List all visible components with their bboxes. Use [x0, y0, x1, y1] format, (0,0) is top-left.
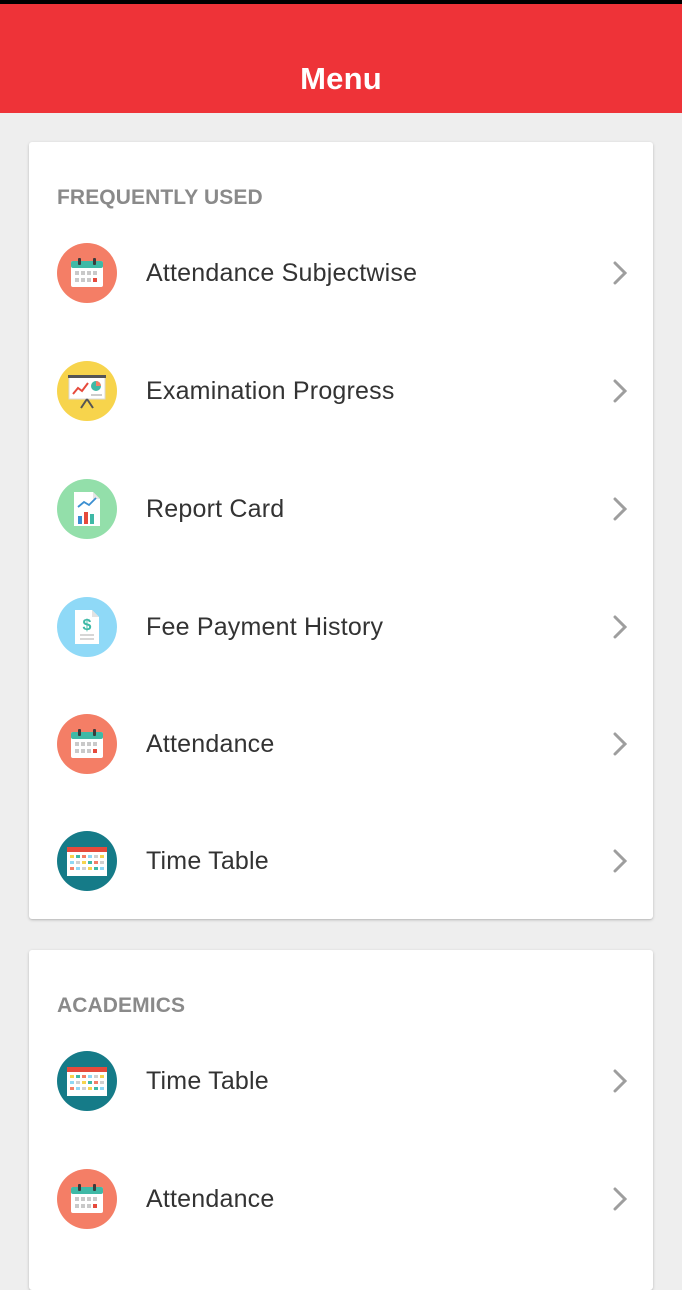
chevron-right-icon: [613, 261, 627, 285]
dollar-document-icon: $: [57, 597, 117, 657]
menu-item-label: Attendance: [146, 1184, 275, 1213]
chevron-right-icon: [613, 732, 627, 756]
chevron-right-icon: [613, 379, 627, 403]
svg-text:$: $: [83, 617, 92, 634]
report-chart-icon: [57, 479, 117, 539]
menu-item-label: Attendance: [146, 729, 275, 758]
menu-item-fee-payment-history[interactable]: $ Fee Payment History: [29, 577, 653, 677]
menu-item-label: Time Table: [146, 846, 269, 875]
section-title-frequently-used: FREQUENTLY USED: [57, 186, 263, 209]
chevron-right-icon: [613, 849, 627, 873]
frequently-used-card: FREQUENTLY USED Attendance Subjectwise E…: [29, 142, 653, 919]
menu-item-label: Fee Payment History: [146, 612, 384, 641]
chevron-right-icon: [613, 497, 627, 521]
chevron-right-icon: [613, 615, 627, 639]
chevron-right-icon: [613, 1187, 627, 1211]
calendar-icon: [57, 1169, 117, 1229]
menu-item-label: Attendance Subjectwise: [146, 258, 418, 287]
section-title-academics: ACADEMICS: [57, 994, 186, 1017]
menu-item-time-table[interactable]: Time Table: [29, 811, 653, 911]
timetable-icon: [57, 831, 117, 891]
menu-item-label: Examination Progress: [146, 376, 395, 405]
menu-item-label: Time Table: [146, 1066, 269, 1095]
calendar-icon: [57, 243, 117, 303]
timetable-icon: [57, 1051, 117, 1111]
page-title: Menu: [300, 60, 382, 96]
menu-item-attendance[interactable]: Attendance: [29, 1149, 653, 1249]
menu-item-report-card[interactable]: Report Card: [29, 459, 653, 559]
chevron-right-icon: [613, 1069, 627, 1093]
menu-item-time-table[interactable]: Time Table: [29, 1031, 653, 1131]
calendar-icon: [57, 714, 117, 774]
academics-card: ACADEMICS Time Table Attendance: [29, 950, 653, 1290]
menu-item-examination-progress[interactable]: Examination Progress: [29, 341, 653, 441]
presentation-board-icon: [57, 361, 117, 421]
menu-item-attendance-subjectwise[interactable]: Attendance Subjectwise: [29, 223, 653, 323]
app-bar: Menu: [0, 4, 682, 113]
menu-item-attendance[interactable]: Attendance: [29, 694, 653, 794]
menu-item-label: Report Card: [146, 494, 285, 523]
